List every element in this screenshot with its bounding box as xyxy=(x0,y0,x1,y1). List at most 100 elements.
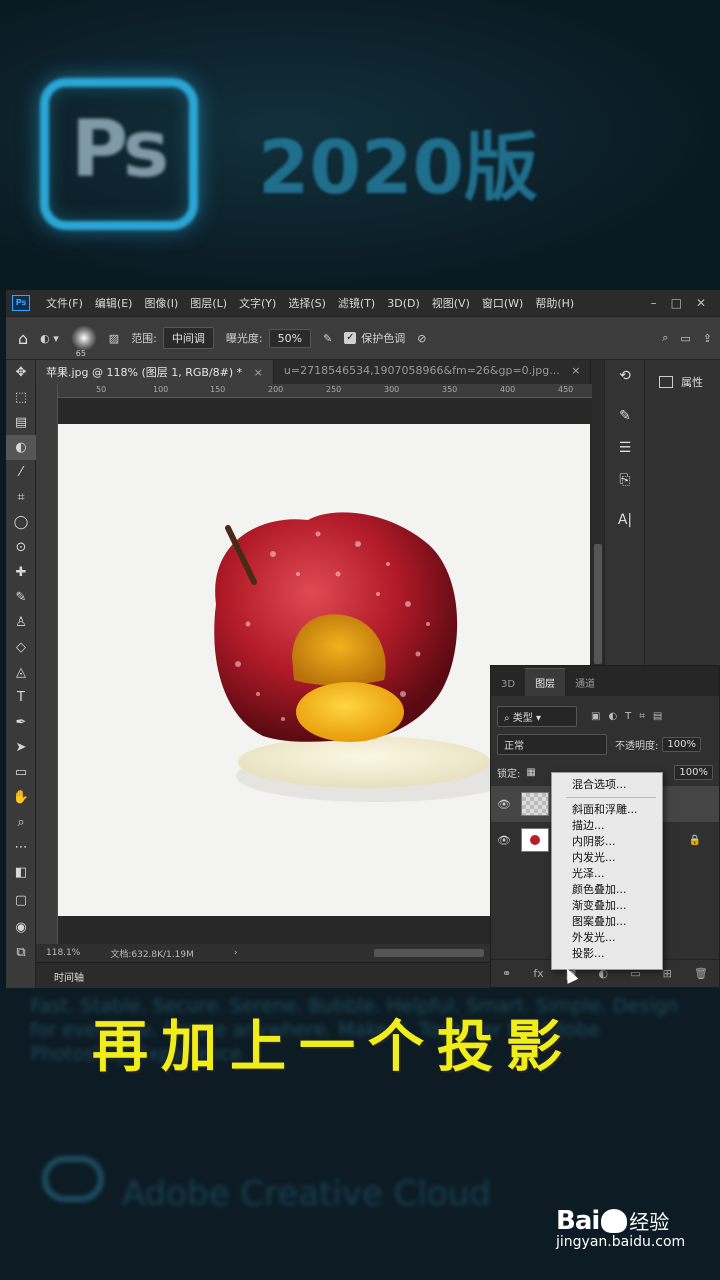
menu-file[interactable]: 文件(F) xyxy=(40,295,89,311)
menu-layer[interactable]: 图层(L) xyxy=(184,295,233,311)
video-subtitle: 再加上一个投影 xyxy=(92,1015,575,1080)
path-select-tool-icon[interactable]: ➤ xyxy=(6,735,36,760)
blend-mode-select[interactable]: 正常 xyxy=(497,733,607,755)
type-tool-icon[interactable]: T xyxy=(6,685,36,710)
menu-gradient-overlay[interactable]: 渐变叠加... xyxy=(552,898,662,914)
character-icon[interactable]: A| xyxy=(605,504,645,536)
lasso-tool-icon[interactable]: ◯ xyxy=(6,510,36,535)
menu-select[interactable]: 选择(S) xyxy=(282,295,332,311)
fill-input[interactable]: 100% xyxy=(674,764,713,780)
rectangle-tool-icon[interactable]: ▭ xyxy=(6,760,36,785)
healing-brush-icon[interactable]: ✚ xyxy=(6,560,36,585)
menu-window[interactable]: 窗口(W) xyxy=(476,295,529,311)
dodge-tool-icon[interactable]: ◐ xyxy=(6,435,36,460)
menu-filter[interactable]: 滤镜(T) xyxy=(332,295,381,311)
pen-tool-icon[interactable]: ✒ xyxy=(6,710,36,735)
link-layers-icon[interactable]: ⚭ xyxy=(502,967,511,980)
move-tool-icon[interactable]: ✥ xyxy=(6,360,36,385)
lock-transparent-icon[interactable]: ▦ xyxy=(526,767,535,778)
visibility-eye-icon[interactable]: 👁 xyxy=(497,798,513,811)
tab-3d[interactable]: 3D xyxy=(491,673,525,696)
hand-tool-icon[interactable]: ✋ xyxy=(6,785,36,810)
quick-mask-icon[interactable]: ◉ xyxy=(6,915,36,940)
screen-mode-icon[interactable]: ⧉ xyxy=(6,940,36,965)
color-swatch-icon[interactable]: ◧ xyxy=(6,860,36,885)
layer-filter-select[interactable]: ⌕ 类型 ▾ xyxy=(497,705,577,727)
quick-select-tool-icon[interactable]: ⊙ xyxy=(6,535,36,560)
minimize-button[interactable]: – xyxy=(651,296,657,310)
clone-source-icon[interactable]: ⎘ xyxy=(605,464,645,496)
brush-panel-icon[interactable]: ▨ xyxy=(109,332,119,345)
close-window-button[interactable]: ✕ xyxy=(696,296,706,310)
menu-outer-glow[interactable]: 外发光... xyxy=(552,930,662,946)
dodge-tool-preset-icon[interactable]: ◐ ▾ xyxy=(40,332,59,345)
protect-tones-checkbox[interactable]: ✓ xyxy=(344,332,357,344)
close-tab-icon[interactable]: × xyxy=(571,364,580,377)
ps-app-icon[interactable]: Ps xyxy=(12,295,30,311)
menu-color-overlay[interactable]: 颜色叠加... xyxy=(552,882,662,898)
menu-satin[interactable]: 光泽... xyxy=(552,866,662,882)
status-arrow-icon[interactable]: › xyxy=(234,948,238,958)
new-layer-icon[interactable]: ⊞ xyxy=(663,967,672,980)
menu-type[interactable]: 文字(Y) xyxy=(233,295,282,311)
tab-channels[interactable]: 通道 xyxy=(565,669,605,696)
crop-tool-icon[interactable]: ⌗ xyxy=(6,485,36,510)
visibility-eye-icon[interactable]: 👁 xyxy=(497,834,513,847)
workspace-icon[interactable]: ▭ xyxy=(680,332,690,345)
delete-layer-icon[interactable]: 🗑 xyxy=(694,967,708,980)
gradient-tool-icon[interactable]: ▤ xyxy=(6,410,36,435)
tab-apple-jpg[interactable]: 苹果.jpg @ 118% (图层 1, RGB/8#) * × xyxy=(36,360,274,384)
close-tab-icon[interactable]: × xyxy=(254,366,263,379)
brush-settings-icon[interactable]: ✎ xyxy=(605,400,645,432)
menu-separator xyxy=(566,797,656,798)
horizontal-scrollbar[interactable] xyxy=(374,949,484,957)
scroll-thumb[interactable] xyxy=(594,544,602,664)
brush-tool-icon[interactable]: ✎ xyxy=(6,585,36,610)
menu-view[interactable]: 视图(V) xyxy=(426,295,476,311)
menu-3d[interactable]: 3D(D) xyxy=(381,297,426,310)
menu-image[interactable]: 图像(I) xyxy=(138,295,184,311)
eraser-tool-icon[interactable]: ◇ xyxy=(6,635,36,660)
ruler-tick: 450 xyxy=(558,385,574,394)
marquee-tool-icon[interactable]: ⬚ xyxy=(6,385,36,410)
layer-filter-icons[interactable]: ▣◐T⌗▤ xyxy=(591,711,670,722)
adjustments-icon[interactable]: ☰ xyxy=(605,432,645,464)
foreground-background-icon[interactable]: ▢ xyxy=(6,885,36,915)
menu-bevel-emboss[interactable]: 斜面和浮雕... xyxy=(552,802,662,818)
pressure-icon[interactable]: ⊘ xyxy=(417,332,426,345)
vertical-ruler xyxy=(36,384,58,944)
more-tools-icon[interactable]: ⋯ xyxy=(6,835,36,860)
opacity-input[interactable]: 100% xyxy=(662,736,701,752)
menu-blending-options[interactable]: 混合选项... xyxy=(552,777,662,793)
search-icon[interactable]: ⌕ xyxy=(662,331,668,345)
maximize-button[interactable]: □ xyxy=(671,296,682,310)
menu-pattern-overlay[interactable]: 图案叠加... xyxy=(552,914,662,930)
bottom-area: Fast. Stable. Secure. Serene. Bubble. He… xyxy=(0,988,720,1280)
menu-stroke[interactable]: 描边... xyxy=(552,818,662,834)
menu-edit[interactable]: 编辑(E) xyxy=(89,295,139,311)
menu-inner-glow[interactable]: 内发光... xyxy=(552,850,662,866)
range-select[interactable]: 中间调 xyxy=(162,327,214,349)
zoom-level[interactable]: 118.1% xyxy=(46,948,80,958)
history-icon[interactable]: ⟲ xyxy=(605,360,645,392)
home-icon[interactable]: ⌂ xyxy=(18,329,28,348)
fx-icon[interactable]: fx xyxy=(533,967,543,980)
tab-layers[interactable]: 图层 xyxy=(525,668,566,696)
tab-second-image[interactable]: u=2718546534,1907058966&fm=26&gp=0.jpg..… xyxy=(274,360,592,384)
properties-tab[interactable]: 属性 xyxy=(645,360,720,390)
menu-inner-shadow[interactable]: 内阴影... xyxy=(552,834,662,850)
stamp-tool-icon[interactable]: ♙ xyxy=(6,610,36,635)
brush-preview-icon[interactable]: 65 xyxy=(70,325,97,358)
paint-bucket-icon[interactable]: ◬ xyxy=(6,660,36,685)
watermark-url: jingyan.baidu.com xyxy=(556,1234,686,1250)
protect-tones-label: 保护色调 xyxy=(361,332,406,345)
exposure-input[interactable]: 50% xyxy=(268,328,312,348)
menu-drop-shadow[interactable]: 投影... xyxy=(552,946,662,962)
share-icon[interactable]: ⇪ xyxy=(703,332,712,345)
airbrush-icon[interactable]: ✎ xyxy=(323,332,332,345)
timeline-tab[interactable]: 时间轴 xyxy=(50,969,88,984)
menu-help[interactable]: 帮助(H) xyxy=(529,295,580,311)
zoom-tool-icon[interactable]: ⌕ xyxy=(6,810,36,835)
eyedropper-tool-icon[interactable]: ⁄ xyxy=(6,460,36,485)
ruler-tick: 200 xyxy=(268,385,284,394)
